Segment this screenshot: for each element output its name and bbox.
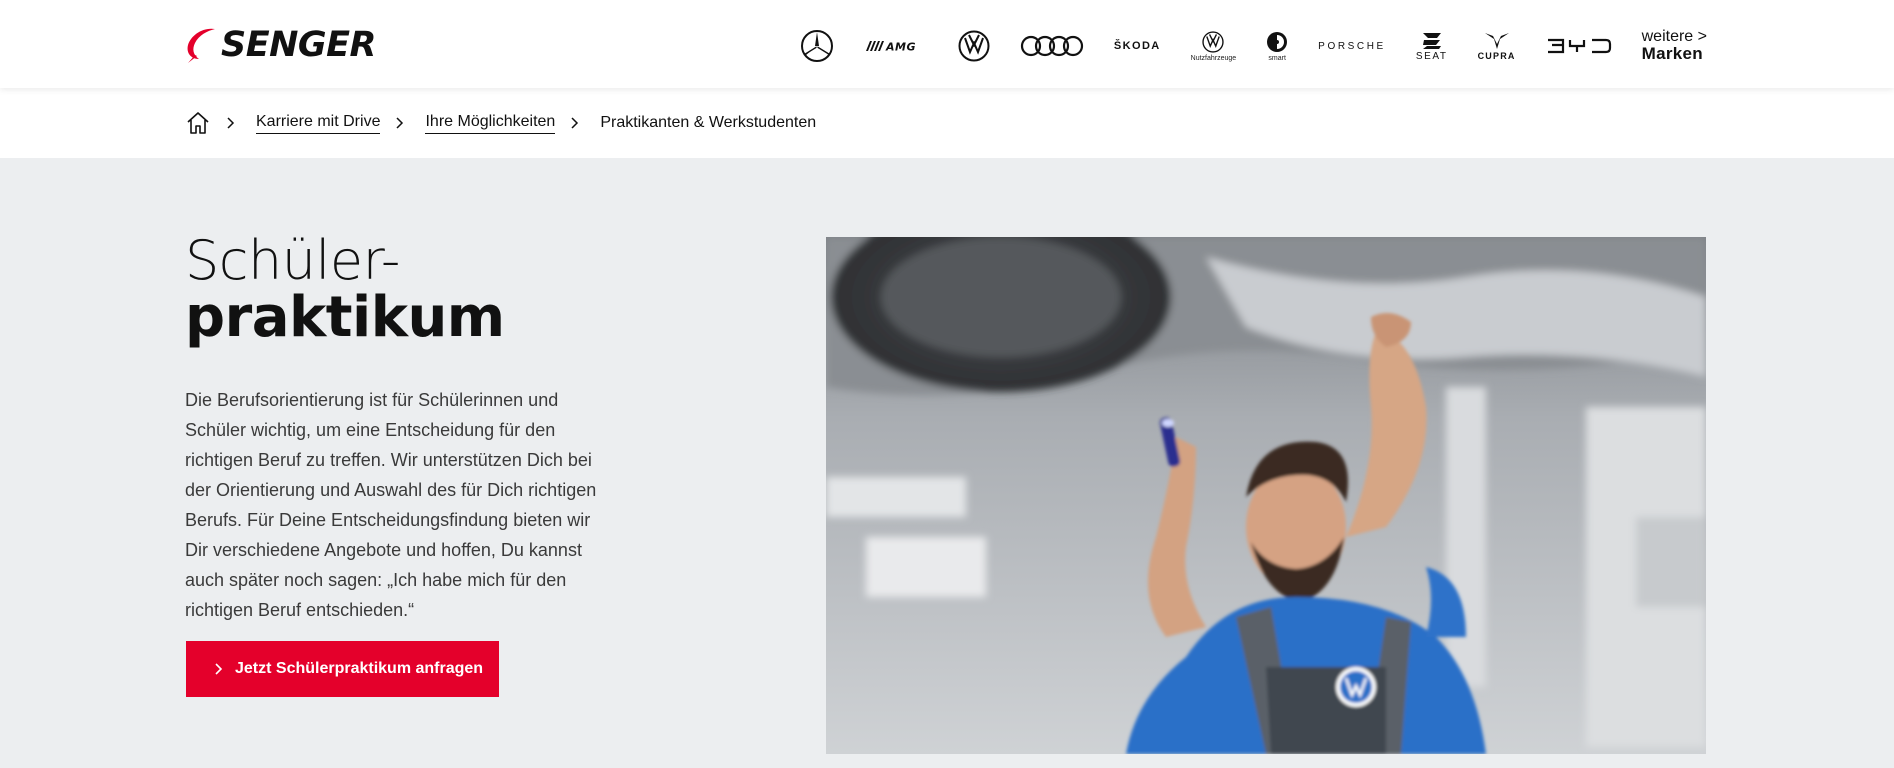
brand-amg[interactable]: AMG [864, 22, 928, 70]
home-icon[interactable] [185, 110, 211, 136]
cupra-wordmark: CUPRA [1477, 51, 1516, 61]
porsche-wordmark: PORSCHE [1318, 40, 1386, 52]
brand-byd[interactable] [1546, 22, 1612, 70]
mercedes-star-icon [800, 30, 833, 62]
hero-image [826, 237, 1706, 754]
page-title-bold: praktikum [185, 285, 505, 350]
chevron-right-icon [571, 116, 583, 130]
brand-cupra[interactable]: CUPRA [1478, 22, 1516, 70]
brand-smart[interactable]: smart [1266, 22, 1288, 70]
more-brands-line1: weitere > [1641, 27, 1707, 45]
more-brands-link[interactable]: weitere > Marken [1641, 27, 1707, 64]
svg-text:AMG: AMG [885, 41, 916, 54]
brand-nav: AMG ŠKODA Nutzfahrzeuge smart PORSCHE SE… [770, 22, 1707, 70]
seat-wordmark: SEAT [1415, 50, 1448, 62]
brand-volkswagen[interactable] [958, 22, 990, 70]
brand-sublabel: Nutzfahrzeuge [1190, 54, 1237, 62]
brand-sublabel: smart [1268, 54, 1286, 62]
breadcrumb-link-karriere[interactable]: Karriere mit Drive [256, 113, 381, 134]
page-title: Schüler- praktikum [185, 234, 505, 346]
chevron-right-icon [215, 663, 223, 675]
request-internship-label: Jetzt Schülerpraktikum anfragen [235, 660, 484, 677]
vw-logo [1202, 30, 1225, 53]
intro-text: Die Berufsorientierung ist für Schülerin… [185, 390, 597, 620]
seat-logo [1422, 32, 1441, 49]
byd-logo [1547, 38, 1611, 54]
brand-vw-nutzfahrzeuge[interactable]: Nutzfahrzeuge [1190, 22, 1237, 70]
audi-rings-logo [1020, 35, 1084, 57]
page-title-light: Schüler- [185, 229, 400, 292]
brand-skoda[interactable]: ŠKODA [1114, 22, 1161, 70]
breadcrumb: Karriere mit Drive Ihre Möglichkeiten Pr… [185, 110, 816, 136]
brand-seat[interactable]: SEAT [1416, 22, 1448, 70]
brand-mercedes-benz[interactable] [800, 22, 834, 70]
breadcrumb-link-moeglichkeiten[interactable]: Ihre Möglichkeiten [425, 113, 556, 134]
logo-text: SENGER [221, 25, 377, 65]
site-header: SENGER AMG ŠKODA Nutzfahrzeuge smart POR… [0, 0, 1894, 88]
smart-logo [1267, 31, 1288, 52]
breadcrumb-bar: Karriere mit Drive Ihre Möglichkeiten Pr… [0, 88, 1894, 158]
breadcrumb-current: Praktikanten & Werkstudenten [600, 114, 817, 131]
senger-swoosh-icon [187, 28, 215, 63]
request-internship-button[interactable]: Jetzt Schülerpraktikum anfragen [186, 641, 499, 697]
brand-porsche[interactable]: PORSCHE [1318, 22, 1386, 70]
cupra-logo [1484, 33, 1509, 49]
brand-audi[interactable] [1020, 22, 1084, 70]
skoda-wordmark: ŠKODA [1113, 40, 1161, 52]
vw-logo [958, 30, 990, 62]
more-brands-line2: Marken [1641, 44, 1703, 64]
chevron-right-icon [396, 116, 408, 130]
senger-logo[interactable]: SENGER [185, 24, 377, 66]
chevron-right-icon [227, 116, 239, 130]
amg-logo: AMG [865, 41, 916, 54]
